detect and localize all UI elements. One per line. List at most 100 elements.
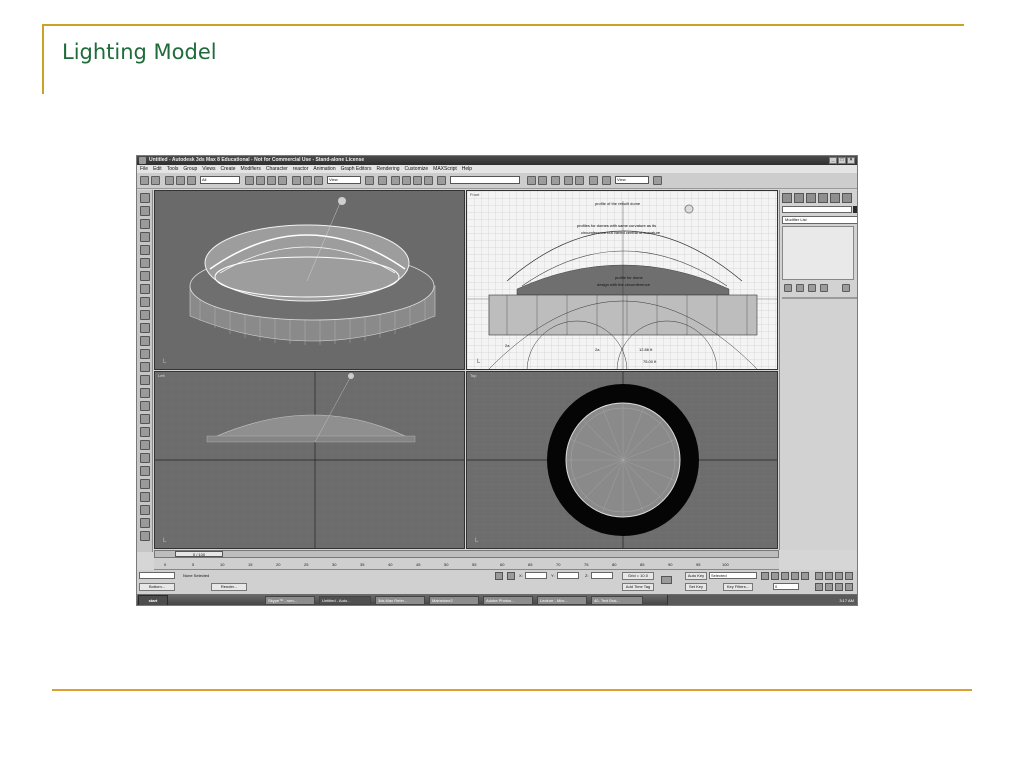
- menu-rendering[interactable]: Rendering: [376, 165, 399, 173]
- taskbar-item-3dsmax[interactable]: Untitled - Auto...: [319, 596, 371, 605]
- reactor-water-icon[interactable]: [140, 349, 150, 359]
- reactor-display-icon[interactable]: [140, 518, 150, 528]
- maximize-viewport-icon[interactable]: [845, 583, 853, 591]
- key-icon[interactable]: [661, 576, 672, 584]
- menu-views[interactable]: Views: [202, 165, 215, 173]
- absolute-mode-icon[interactable]: [507, 572, 515, 580]
- align-icon[interactable]: [538, 176, 547, 185]
- previous-frame-icon[interactable]: [771, 572, 779, 580]
- reactor-wind-icon[interactable]: [140, 310, 150, 320]
- material-editor-icon[interactable]: [589, 176, 598, 185]
- menu-graph-editors[interactable]: Graph Editors: [341, 165, 372, 173]
- snap-toggle-icon[interactable]: [391, 176, 400, 185]
- region-select-icon[interactable]: [267, 176, 276, 185]
- add-time-tag-button[interactable]: Add Time Tag: [622, 583, 654, 591]
- field-of-view-icon[interactable]: [815, 583, 823, 591]
- key-mode-dropdown[interactable]: Selected: [709, 572, 757, 579]
- menu-create[interactable]: Create: [221, 165, 236, 173]
- menu-help[interactable]: Help: [462, 165, 472, 173]
- select-by-name-icon[interactable]: [256, 176, 265, 185]
- reactor-rigid-body-icon[interactable]: [140, 193, 150, 203]
- lock-selection-icon[interactable]: [495, 572, 503, 580]
- next-frame-icon[interactable]: [791, 572, 799, 580]
- reactor-toy-car-icon[interactable]: [140, 323, 150, 333]
- curve-editor-icon[interactable]: [564, 176, 573, 185]
- play-icon[interactable]: [781, 572, 789, 580]
- move-icon[interactable]: [292, 176, 301, 185]
- y-coordinate-field[interactable]: [557, 572, 579, 579]
- zoom-all-icon[interactable]: [825, 572, 833, 580]
- go-to-end-icon[interactable]: [801, 572, 809, 580]
- edit-named-selection-icon[interactable]: [437, 176, 446, 185]
- reactor-fracture-icon[interactable]: [140, 336, 150, 346]
- reactor-rope-icon[interactable]: [140, 232, 150, 242]
- menu-customize[interactable]: Customize: [405, 165, 429, 173]
- go-to-start-icon[interactable]: [761, 572, 769, 580]
- reactor-cloth-icon[interactable]: [140, 206, 150, 216]
- hierarchy-tab-icon[interactable]: [806, 193, 816, 203]
- reactor-analyze-icon[interactable]: [140, 466, 150, 476]
- modifier-stack[interactable]: [782, 226, 854, 280]
- reactor-hinge-icon[interactable]: [140, 375, 150, 385]
- modifier-list-dropdown[interactable]: Modifier List: [782, 216, 857, 224]
- object-color-swatch[interactable]: [853, 206, 857, 213]
- reactor-preview-icon[interactable]: [140, 479, 150, 489]
- viewport-front[interactable]: Front prof: [466, 190, 778, 370]
- make-unique-icon[interactable]: [808, 284, 816, 292]
- reactor-deforming-mesh-icon[interactable]: [140, 245, 150, 255]
- select-object-icon[interactable]: [245, 176, 254, 185]
- close-button[interactable]: ×: [847, 157, 855, 164]
- viewport-perspective[interactable]: Perspective L: [154, 190, 465, 370]
- menu-maxscript[interactable]: MAXScript: [433, 165, 457, 173]
- pin-stack-icon[interactable]: [784, 284, 792, 292]
- pivot-icon[interactable]: [365, 176, 374, 185]
- menu-file[interactable]: File: [140, 165, 148, 173]
- taskbar-item-text[interactable]: 40- Text Brai...: [591, 596, 643, 605]
- select-manipulate-icon[interactable]: [378, 176, 387, 185]
- taskbar-item-photoshop[interactable]: Adobe Photos...: [483, 596, 533, 605]
- x-coordinate-field[interactable]: [525, 572, 547, 579]
- pan-icon[interactable]: [825, 583, 833, 591]
- spinner-snap-icon[interactable]: [424, 176, 433, 185]
- undo-icon[interactable]: [140, 176, 149, 185]
- reactor-motor-icon[interactable]: [140, 297, 150, 307]
- scale-icon[interactable]: [314, 176, 323, 185]
- current-frame-field[interactable]: 0: [773, 583, 799, 590]
- percent-snap-icon[interactable]: [413, 176, 422, 185]
- reactor-ragdoll-icon[interactable]: [140, 427, 150, 437]
- motion-tab-icon[interactable]: [818, 193, 828, 203]
- unlink-icon[interactable]: [176, 176, 185, 185]
- key-filters-button[interactable]: Key Filters...: [723, 583, 753, 591]
- reactor-constraint-icon[interactable]: [140, 362, 150, 372]
- taskbar-item-skype[interactable]: Skype™ - rom...: [265, 596, 315, 605]
- reactor-property-editor-icon[interactable]: [140, 453, 150, 463]
- reactor-point-icon[interactable]: [140, 388, 150, 398]
- reactor-utility-icon[interactable]: [140, 505, 150, 515]
- taskbar-item-mainstone[interactable]: Mainstone2: [429, 596, 479, 605]
- track-bar[interactable]: 0 5 10 15 20 25 30 35 40 45 50 55 60 65 …: [154, 558, 779, 570]
- selection-filter-dropdown[interactable]: All: [200, 176, 240, 184]
- object-name-field[interactable]: [782, 206, 852, 213]
- redo-icon[interactable]: [151, 176, 160, 185]
- reactor-plane-icon[interactable]: [140, 258, 150, 268]
- rotate-icon[interactable]: [303, 176, 312, 185]
- reactor-prismatic-icon[interactable]: [140, 401, 150, 411]
- taskbar-item-lecture[interactable]: Lecture - Micr...: [537, 596, 587, 605]
- reactor-carwheel-icon[interactable]: [140, 414, 150, 424]
- schematic-view-icon[interactable]: [575, 176, 584, 185]
- utilities-tab-icon[interactable]: [842, 193, 852, 203]
- menu-animation[interactable]: Animation: [313, 165, 335, 173]
- auto-key-button[interactable]: Auto Key: [685, 572, 707, 580]
- taskbar-item-3dsmax-reference[interactable]: 3ds Max Refer...: [375, 596, 425, 605]
- mirror-icon[interactable]: [527, 176, 536, 185]
- maximize-button[interactable]: □: [838, 157, 846, 164]
- reactor-ballsocket-icon[interactable]: [140, 440, 150, 450]
- reactor-preferences-icon[interactable]: [140, 531, 150, 541]
- z-coordinate-field[interactable]: [591, 572, 613, 579]
- window-crossing-icon[interactable]: [278, 176, 287, 185]
- start-button[interactable]: start: [138, 595, 168, 605]
- zoom-extents-icon[interactable]: [835, 572, 843, 580]
- time-slider[interactable]: 0 / 100: [154, 550, 779, 558]
- zoom-extents-all-icon[interactable]: [845, 572, 853, 580]
- render-view-dropdown[interactable]: View: [615, 176, 649, 184]
